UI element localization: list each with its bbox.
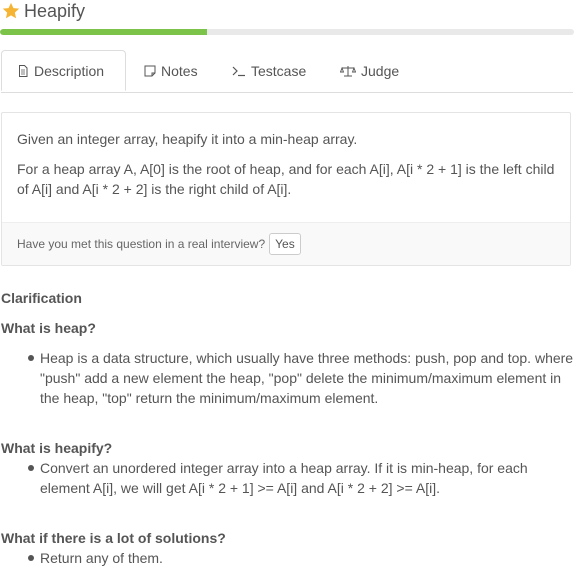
- interview-footer: Have you met this question in a real int…: [2, 222, 570, 265]
- section-list: Convert an unordered integer array into …: [1, 458, 574, 498]
- tab-description[interactable]: Description: [1, 50, 126, 91]
- section-heading: What is heap?: [1, 320, 96, 336]
- clarification-section: Clarification What is heap? Heap is a da…: [1, 288, 574, 568]
- tab-testcase[interactable]: Testcase: [232, 50, 306, 91]
- tab-description-label: Description: [34, 62, 105, 79]
- page-title: Heapify: [24, 1, 86, 21]
- clarification-heading: Clarification: [1, 290, 82, 306]
- description-paragraph-1: Given an integer array, heapify it into …: [17, 131, 358, 147]
- yes-button[interactable]: Yes: [269, 233, 301, 255]
- section-heading: What if there is a lot of solutions?: [1, 530, 226, 546]
- section-list: Heap is a data structure, which usually …: [1, 348, 574, 408]
- list-item: Heap is a data structure, which usually …: [1, 348, 574, 408]
- tab-testcase-label: Testcase: [251, 62, 307, 79]
- tab-notes-label: Notes: [161, 62, 198, 79]
- tab-judge[interactable]: Judge: [340, 50, 399, 91]
- progress-bar: [0, 29, 574, 35]
- progress-fill: [0, 29, 207, 35]
- problem-header: Heapify: [0, 0, 85, 22]
- note-icon: [144, 65, 156, 76]
- list-item: Convert an unordered integer array into …: [1, 458, 574, 498]
- tab-notes[interactable]: Notes: [144, 50, 198, 91]
- tab-bar: Description Notes Testcase Judge: [1, 50, 573, 93]
- balance-scale-icon: [340, 65, 356, 76]
- section-heading: What is heapify?: [1, 440, 113, 456]
- description-panel: Given an integer array, heapify it into …: [1, 112, 571, 266]
- document-icon: [19, 64, 28, 77]
- star-icon[interactable]: [1, 1, 21, 21]
- list-item: Return any of them.: [1, 548, 574, 568]
- description-paragraph-2: For a heap array A, A[0] is the root of …: [17, 161, 555, 197]
- terminal-icon: [232, 66, 245, 76]
- tab-judge-label: Judge: [361, 62, 400, 79]
- interview-question: Have you met this question in a real int…: [17, 237, 266, 251]
- section-list: Return any of them.: [1, 548, 574, 568]
- description-body: Given an integer array, heapify it into …: [2, 113, 570, 199]
